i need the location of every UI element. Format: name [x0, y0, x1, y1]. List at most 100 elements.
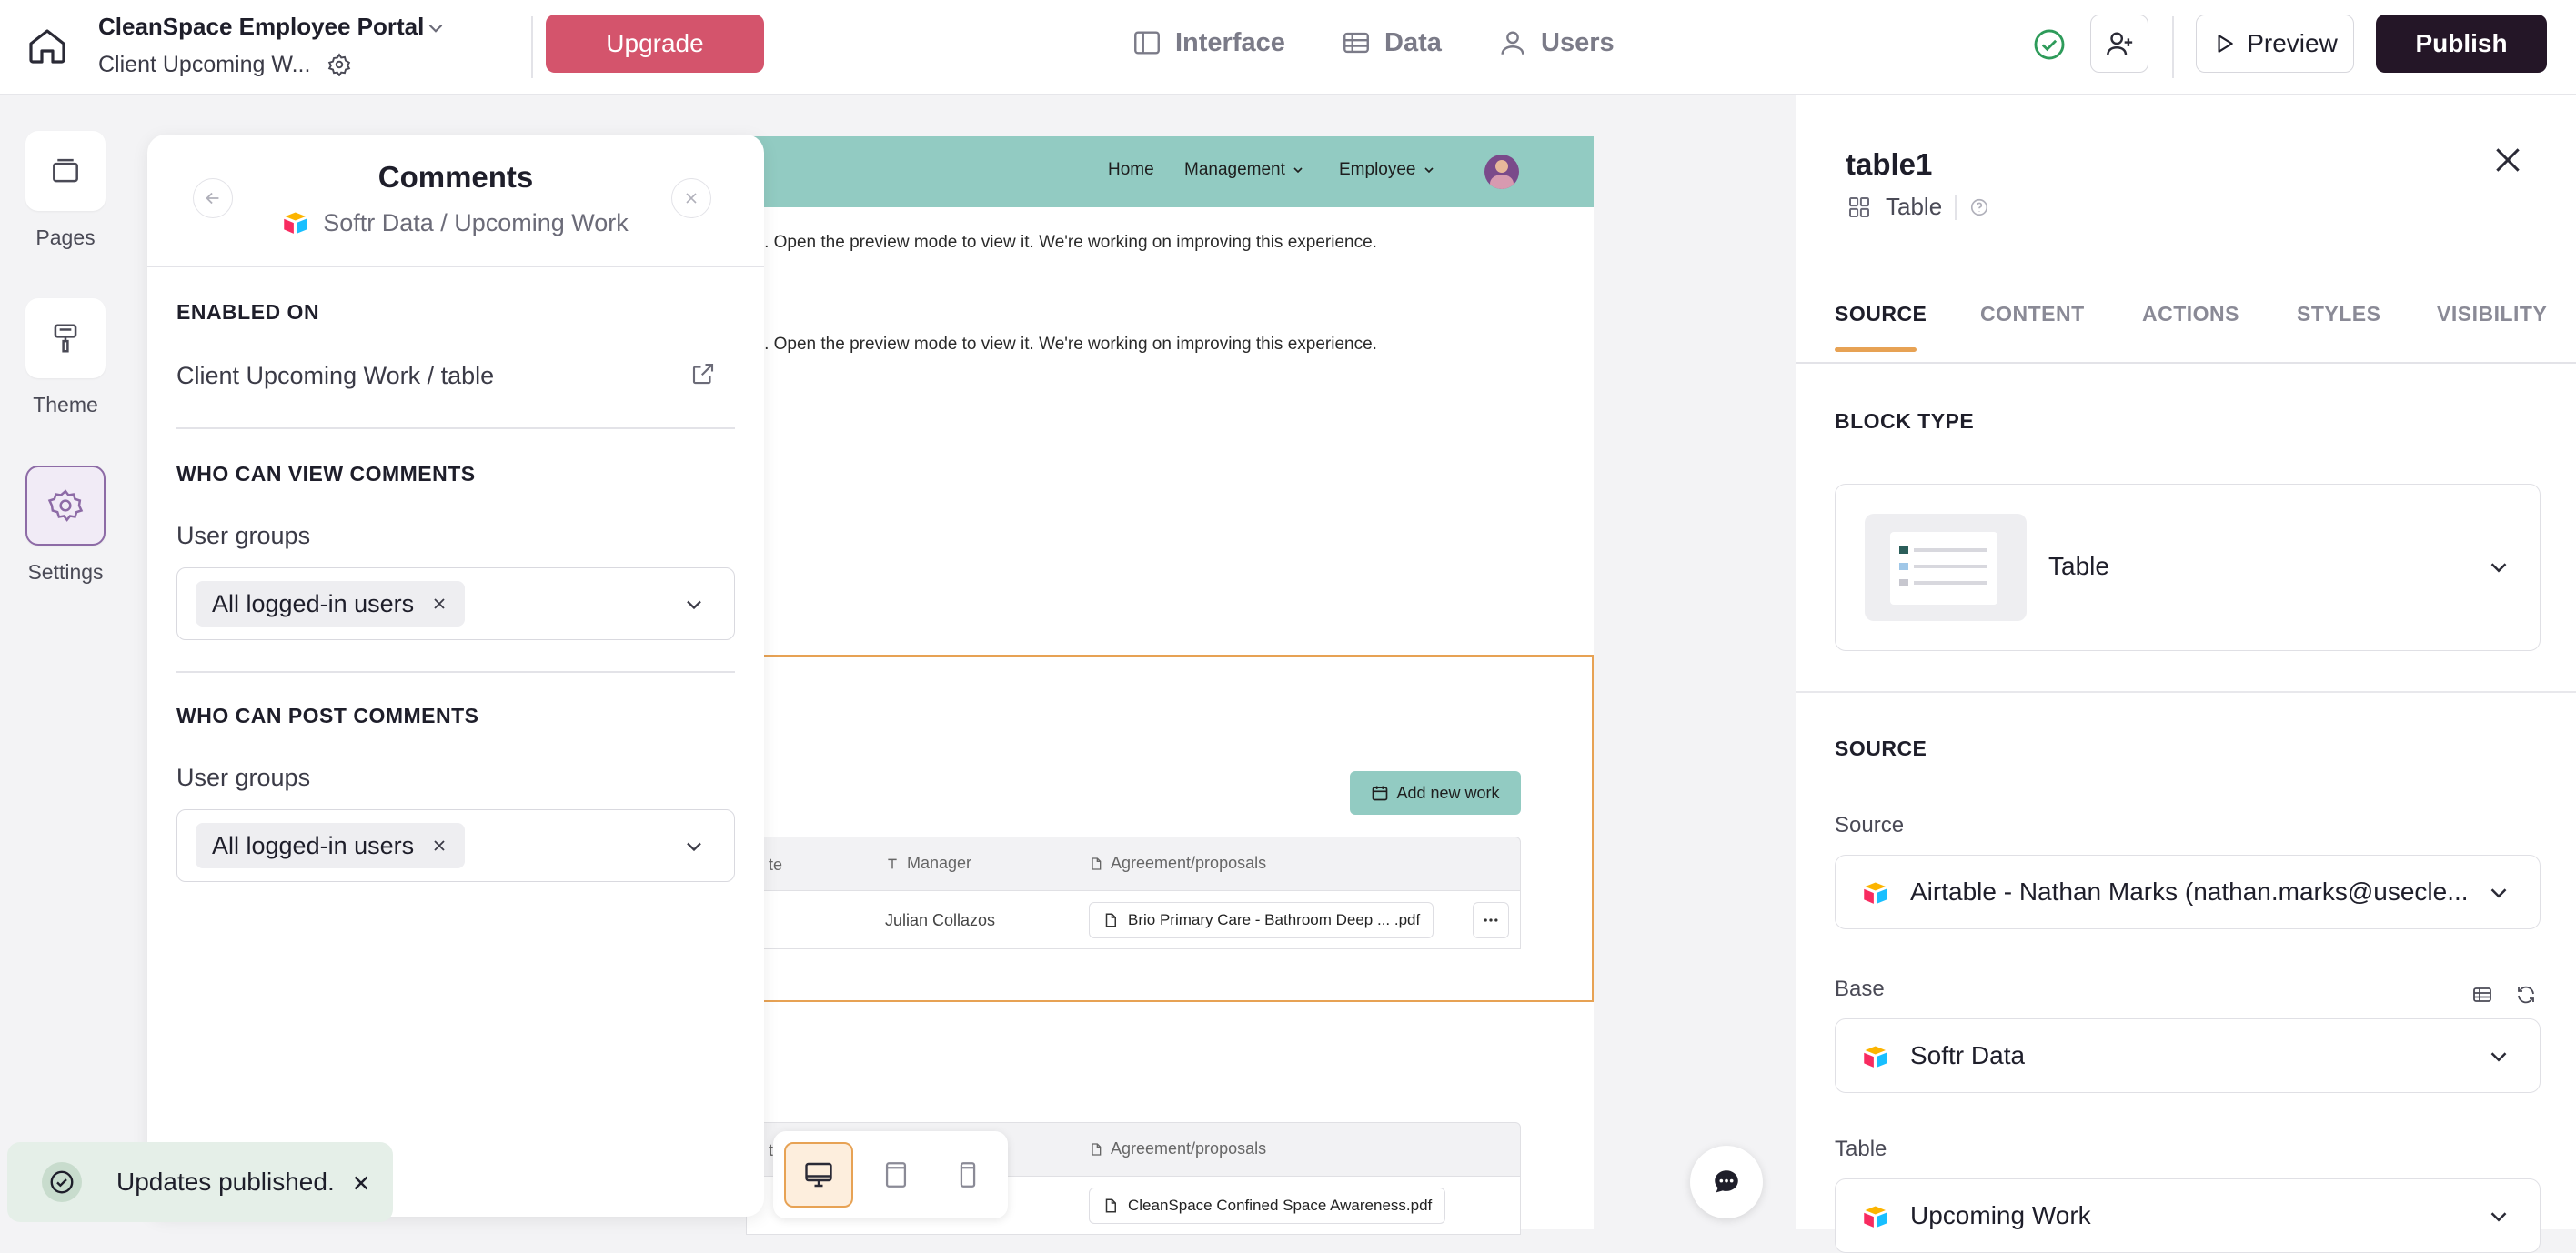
- post-group-pill-label: All logged-in users: [212, 831, 415, 859]
- row-file-name: CleanSpace Confined Space Awareness.pdf: [1128, 1197, 1433, 1214]
- nav-interface[interactable]: Interface: [1132, 27, 1285, 58]
- view-group-pill: All logged-in users: [196, 581, 466, 626]
- rail-theme-button[interactable]: [25, 298, 106, 378]
- upgrade-button[interactable]: Upgrade: [546, 15, 764, 73]
- tab-actions[interactable]: ACTIONS: [2142, 302, 2239, 326]
- site-nav-management[interactable]: Management: [1184, 160, 1305, 180]
- page-name[interactable]: Client Upcoming W...: [98, 52, 310, 78]
- row-file-chip[interactable]: CleanSpace Confined Space Awareness.pdf: [1089, 1188, 1446, 1224]
- tab-content[interactable]: CONTENT: [1980, 302, 2085, 326]
- close-icon: [686, 193, 697, 204]
- close-comments-button[interactable]: [671, 178, 711, 218]
- check-circle-icon: [2034, 29, 2065, 60]
- toast-success-badge: [42, 1162, 82, 1202]
- col-agreement: Agreement/proposals: [1089, 1139, 1266, 1158]
- home-icon: [29, 29, 65, 64]
- invite-user-button[interactable]: [2090, 15, 2148, 73]
- preview-notice-2: as. Open the preview mode to view it. We…: [746, 335, 1377, 354]
- site-nav-home[interactable]: Home: [1108, 160, 1154, 180]
- rail-theme-label: Theme: [33, 393, 98, 416]
- gear-icon: [47, 489, 84, 522]
- base-select[interactable]: Softr Data: [1835, 1018, 2541, 1093]
- site-header: Home Management Employee: [746, 136, 1594, 207]
- post-group-pill: All logged-in users: [196, 823, 466, 868]
- app-switcher-chevron[interactable]: [424, 16, 448, 40]
- tablet-icon: [885, 1162, 907, 1188]
- table-select[interactable]: Upcoming Work: [1835, 1178, 2541, 1253]
- view-user-groups-select[interactable]: All logged-in users: [176, 567, 735, 640]
- avatar[interactable]: [1484, 155, 1519, 189]
- remove-post-group-button[interactable]: [430, 837, 448, 855]
- enabled-on-title: ENABLED ON: [176, 300, 320, 324]
- home-button[interactable]: [25, 24, 69, 67]
- toast-close-button[interactable]: [349, 1171, 373, 1195]
- open-block-link[interactable]: [689, 360, 717, 387]
- preview-button[interactable]: Preview: [2196, 15, 2354, 73]
- tab-visibility[interactable]: VISIBILITY: [2437, 302, 2547, 326]
- site-nav-employee[interactable]: Employee: [1339, 160, 1436, 180]
- col-agreement-label: Agreement/proposals: [1111, 1139, 1267, 1158]
- chevron-down-icon: [2490, 1052, 2507, 1062]
- post-user-groups-select[interactable]: All logged-in users: [176, 809, 735, 882]
- left-rail: Pages Theme Settings: [0, 95, 131, 1229]
- preview-label: Preview: [2247, 29, 2338, 57]
- add-new-work-button[interactable]: Add new work: [1350, 771, 1521, 815]
- airtable-logo-icon: [284, 212, 308, 234]
- app-name[interactable]: CleanSpace Employee Portal: [98, 13, 424, 41]
- rail-pages-button[interactable]: [25, 131, 106, 211]
- chevron-down-icon: [2490, 1212, 2507, 1222]
- nav-data-label: Data: [1384, 27, 1442, 57]
- col-manager: Manager: [885, 854, 971, 873]
- source-value: Airtable - Nathan Marks (nathan.marks@us…: [1910, 877, 2469, 906]
- calendar-plus-icon: [1373, 786, 1388, 801]
- device-tablet-button[interactable]: [864, 1142, 928, 1208]
- table-icon: [2473, 987, 2491, 1002]
- nav-users[interactable]: Users: [1497, 27, 1615, 58]
- tab-styles[interactable]: STYLES: [2297, 302, 2380, 326]
- close-panel-button[interactable]: [2490, 142, 2526, 178]
- help-icon[interactable]: [1969, 197, 1989, 217]
- publish-button[interactable]: Publish: [2376, 15, 2547, 73]
- rail-settings-label: Settings: [27, 560, 104, 584]
- airtable-logo-icon: [1864, 1046, 1887, 1068]
- device-mobile-button[interactable]: [939, 1142, 997, 1208]
- tab-source[interactable]: SOURCE: [1835, 302, 1927, 326]
- chevron-down-icon: [1293, 167, 1303, 174]
- row-more-button[interactable]: [1473, 902, 1509, 938]
- refresh-base-button[interactable]: [2515, 984, 2537, 1006]
- open-base-button[interactable]: [2471, 984, 2493, 1006]
- selected-table-block[interactable]: [737, 655, 1594, 1002]
- device-switcher: [773, 1131, 1008, 1218]
- page-settings-button[interactable]: [327, 53, 351, 76]
- nav-data[interactable]: Data: [1341, 27, 1442, 58]
- chevron-down-icon: [687, 842, 701, 852]
- airtable-logo-icon: [1864, 882, 1887, 904]
- grid-icon: [1849, 196, 1869, 217]
- comments-subtitle-text: Softr Data / Upcoming Work: [323, 209, 629, 236]
- block-type-title: BLOCK TYPE: [1835, 409, 1975, 433]
- row-file-name: Brio Primary Care - Bathroom Deep ... .p…: [1128, 911, 1421, 928]
- col-manager-label: Manager: [907, 854, 972, 872]
- block-name[interactable]: table1: [1846, 147, 1932, 182]
- view-group-pill-label: All logged-in users: [212, 589, 415, 617]
- comments-subtitle: Softr Data / Upcoming Work: [147, 209, 764, 237]
- check-circle-icon: [50, 1170, 74, 1194]
- table-row[interactable]: Julian Collazos Brio Primary Care - Bath…: [746, 891, 1521, 949]
- table-value: Upcoming Work: [1910, 1201, 2091, 1229]
- file-icon: [1105, 913, 1116, 927]
- device-desktop-button[interactable]: [784, 1142, 853, 1208]
- close-icon: [354, 1176, 368, 1190]
- chat-button[interactable]: [1690, 1146, 1763, 1218]
- row-file-chip[interactable]: Brio Primary Care - Bathroom Deep ... .p…: [1089, 902, 1434, 938]
- source-select[interactable]: Airtable - Nathan Marks (nathan.marks@us…: [1835, 855, 2541, 929]
- source-section-title: SOURCE: [1835, 737, 1927, 760]
- file-icon: [1092, 1142, 1102, 1156]
- block-kind-label: Table: [1886, 193, 1943, 220]
- remove-view-group-button[interactable]: [430, 595, 448, 613]
- nav-interface-label: Interface: [1175, 27, 1285, 57]
- gear-icon: [327, 53, 351, 76]
- close-icon: [434, 598, 445, 609]
- block-type-select[interactable]: Table: [1835, 484, 2541, 651]
- toast-message: Updates published.: [116, 1168, 335, 1196]
- rail-settings-button[interactable]: [25, 466, 106, 546]
